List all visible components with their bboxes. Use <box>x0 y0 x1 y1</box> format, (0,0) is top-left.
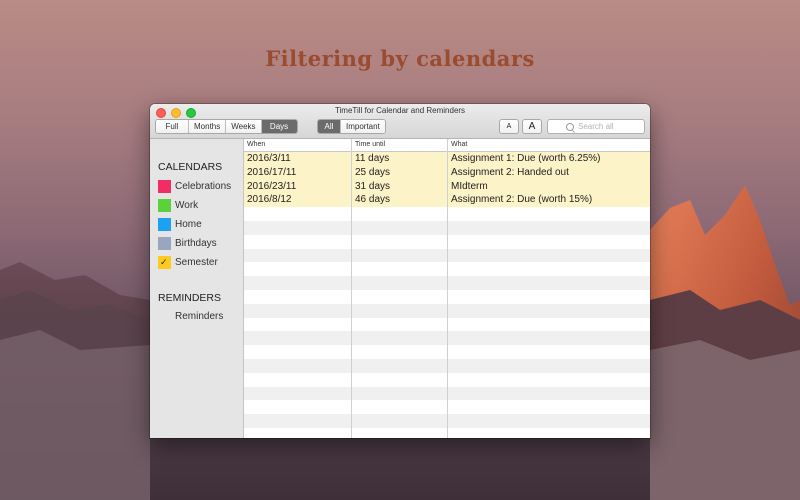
cell-what: Assignment 2: Due (worth 15%) <box>451 194 593 206</box>
sidebar-item-label: Work <box>175 199 199 211</box>
sidebar-item-reminders[interactable]: Reminders <box>175 311 223 322</box>
title-bar: TimeTill for Calendar and Reminders Full… <box>150 104 650 139</box>
calendar-color-swatch[interactable]: ✓ <box>158 255 171 269</box>
cell-time-until: 46 days <box>355 194 391 206</box>
cell-when: 2016/3/11 <box>247 153 291 164</box>
range-weeks-button[interactable]: Weeks <box>226 120 262 133</box>
cell-when: 2016/23/11 <box>247 180 297 192</box>
cell-when: 2016/17/11 <box>247 166 297 178</box>
cell-time-until: 31 days <box>355 180 391 192</box>
column-header-what[interactable]: What <box>448 139 467 151</box>
headline: Filtering by calendars <box>265 46 535 71</box>
filter-important-button[interactable]: Important <box>341 120 385 133</box>
column-divider[interactable] <box>447 139 448 438</box>
cell-what: Assignment 1: Due (worth 6.25%) <box>451 153 601 164</box>
font-smaller-button[interactable]: A <box>499 119 519 134</box>
window-title: TimeTill for Calendar and Reminders <box>334 106 466 115</box>
search-icon <box>566 123 574 131</box>
column-divider[interactable] <box>351 139 352 438</box>
sidebar-item-label: Celebrations <box>175 180 232 192</box>
events-table: When Time until What 2016/3/11 11 days A… <box>244 139 650 438</box>
sidebar-item-label: Birthdays <box>175 237 217 249</box>
cell-what: MIdterm <box>451 180 488 192</box>
cell-time-until: 25 days <box>355 166 391 178</box>
sidebar-item-birthdays[interactable]: Birthdays <box>158 236 217 250</box>
calendars-section-header: CALENDARS <box>158 161 223 173</box>
filter-segmented-control: All Important <box>317 119 386 134</box>
font-larger-button[interactable]: A <box>522 119 542 134</box>
checkmark-icon: ✓ <box>160 256 168 267</box>
sidebar-item-work[interactable]: Work <box>158 198 198 212</box>
range-segmented-control: Full Months Weeks Days <box>155 119 298 134</box>
sidebar: CALENDARS Celebrations Work Home Birthda… <box>150 139 244 438</box>
calendar-color-swatch[interactable] <box>158 179 171 193</box>
reminders-section-header: REMINDERS <box>158 292 222 304</box>
sidebar-item-home[interactable]: Home <box>158 217 202 231</box>
app-window: TimeTill for Calendar and Reminders Full… <box>150 104 650 438</box>
search-placeholder: Search all <box>578 122 614 131</box>
calendar-color-swatch[interactable] <box>158 198 171 212</box>
sidebar-item-celebrations[interactable]: Celebrations <box>158 179 231 193</box>
sidebar-item-label: Home <box>175 218 202 230</box>
cell-when: 2016/8/12 <box>247 194 292 206</box>
filter-all-button[interactable]: All <box>318 120 341 133</box>
sidebar-item-label: Semester <box>175 256 218 268</box>
cell-time-until: 11 days <box>355 153 390 164</box>
range-months-button[interactable]: Months <box>189 120 227 133</box>
column-header-when[interactable]: When <box>244 139 265 151</box>
cell-what: Assignment 2: Handed out <box>451 166 569 178</box>
column-header-time-until[interactable]: Time until <box>352 139 385 151</box>
calendar-color-swatch[interactable] <box>158 236 171 250</box>
toolbar: Full Months Weeks Days All Important A A… <box>155 119 645 134</box>
sidebar-item-semester[interactable]: ✓ Semester <box>158 255 218 269</box>
search-field[interactable]: Search all <box>547 119 645 134</box>
calendar-color-swatch[interactable] <box>158 217 171 231</box>
range-days-button[interactable]: Days <box>261 120 297 133</box>
range-full-button[interactable]: Full <box>156 120 189 133</box>
